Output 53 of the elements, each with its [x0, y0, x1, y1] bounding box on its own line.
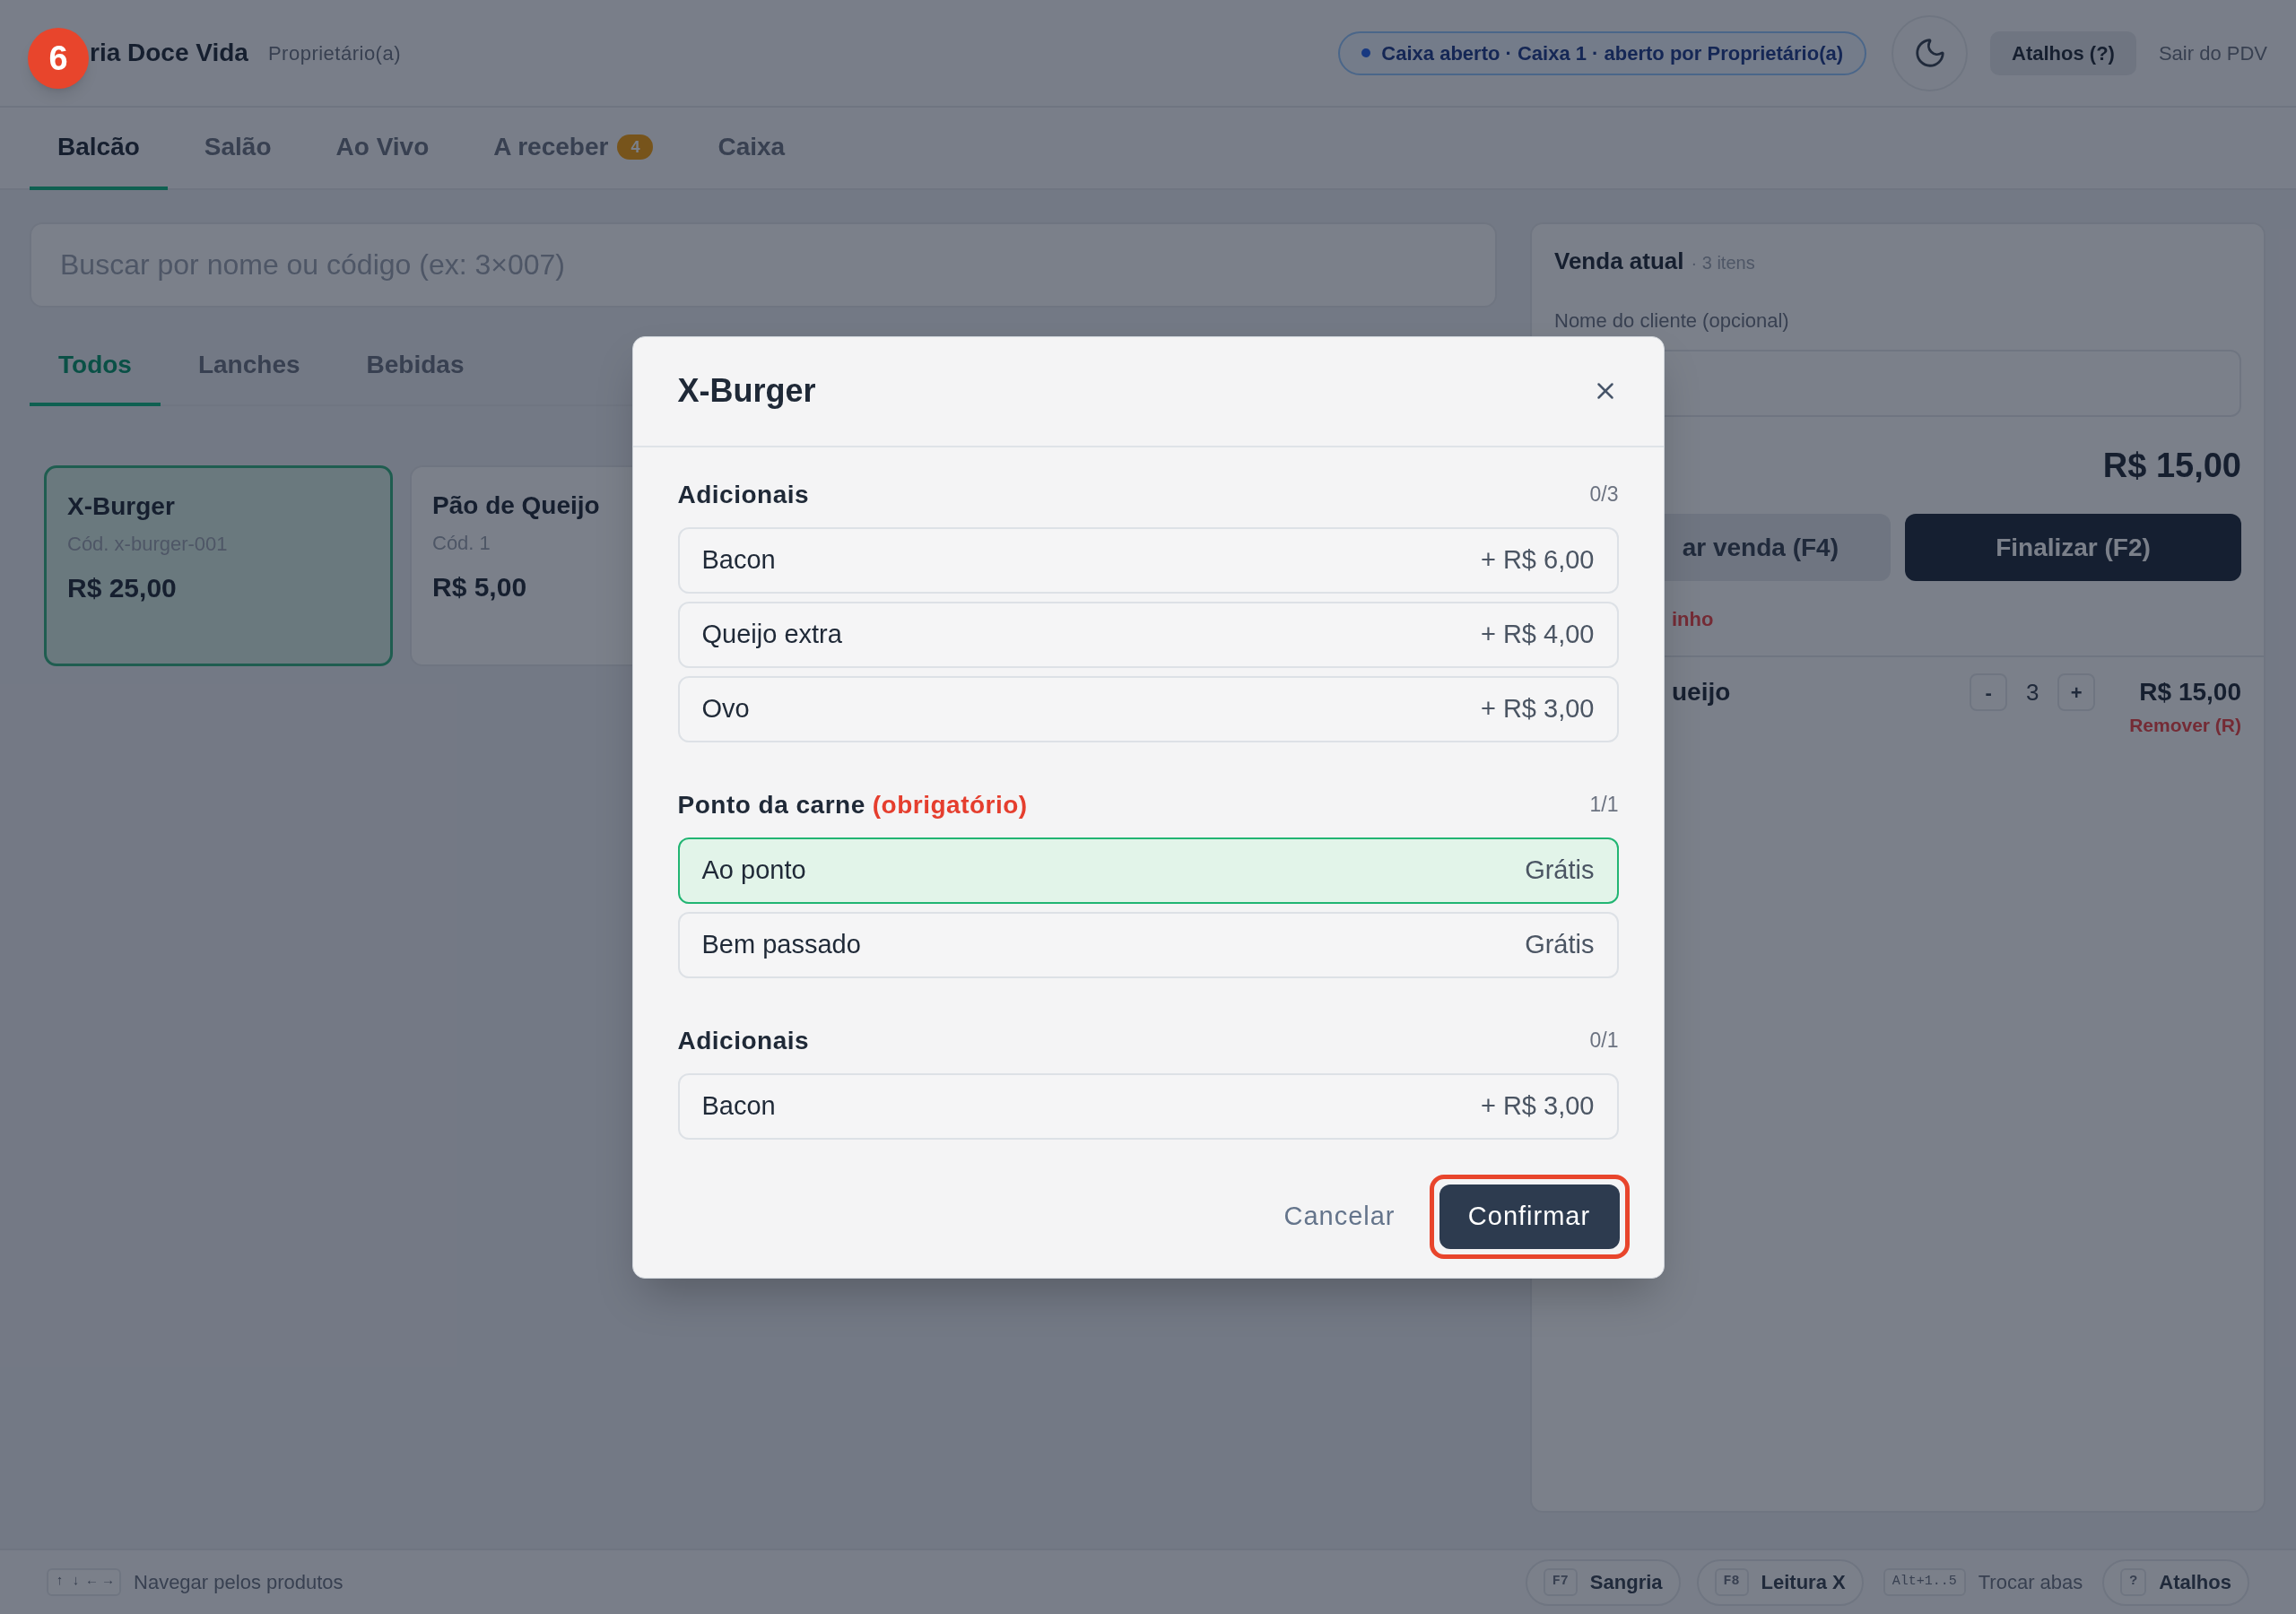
- shortcut-button[interactable]: F8 Leitura X: [1696, 1558, 1864, 1606]
- category-tab[interactable]: Bebidas: [337, 327, 493, 406]
- option-button[interactable]: Ao ponto Grátis: [677, 837, 1619, 904]
- option-button[interactable]: Queijo extra + R$ 4,00: [677, 601, 1619, 668]
- group-title: Adicionais: [677, 1025, 810, 1056]
- key-cap: Alt+1..5: [1883, 1568, 1966, 1596]
- user-role: Proprietário(a): [267, 40, 401, 66]
- item-price: R$ 15,00: [2139, 677, 2241, 707]
- exit-link[interactable]: Sair do PDV: [2158, 38, 2267, 68]
- key-cap: F7: [1543, 1568, 1578, 1596]
- option-button[interactable]: Bacon + R$ 6,00: [677, 526, 1619, 594]
- decrease-button[interactable]: -: [1970, 673, 2008, 711]
- selection-counter: 0/1: [1589, 1028, 1619, 1054]
- product-price: R$ 25,00: [67, 572, 178, 604]
- group-title: Ponto da carne (obrigatório): [677, 789, 1028, 820]
- nav-tab[interactable]: Salão: [176, 108, 300, 190]
- panel-title: Venda atual: [1554, 247, 1684, 276]
- remove-link[interactable]: Remover (R): [2129, 711, 2241, 740]
- cart-item-name: ueijo: [1672, 677, 1731, 707]
- key-cap: ?: [2120, 1568, 2147, 1596]
- field-label: Nome do cliente (opcional): [1554, 308, 1790, 334]
- navigation-hint: Navegar pelos produtos: [134, 1570, 344, 1595]
- product-name: X-Burger: [67, 491, 176, 522]
- nav-tab[interactable]: Caixa: [690, 108, 813, 190]
- option-button[interactable]: Ovo + R$ 3,00: [677, 675, 1619, 742]
- nav-tab[interactable]: Balcão: [30, 108, 168, 190]
- finalize-button[interactable]: Finalizar (F2): [1905, 514, 2241, 581]
- increase-button[interactable]: +: [2057, 673, 2096, 711]
- sale-total: R$ 15,00: [2102, 446, 2241, 485]
- nav-tab[interactable]: Ao Vivo: [308, 108, 457, 190]
- option-button[interactable]: Bacon + R$ 3,00: [677, 1072, 1619, 1140]
- shortcuts-button[interactable]: Atalhos (?): [1990, 30, 2136, 75]
- confirm-button[interactable]: Confirmar: [1439, 1184, 1620, 1249]
- shortcut-button[interactable]: ? Atalhos: [2102, 1558, 2249, 1606]
- category-tab[interactable]: Todos: [30, 327, 161, 406]
- dialog-title: X-Burger: [677, 371, 816, 411]
- store-name: ria Doce Vida: [90, 38, 248, 68]
- cancel-button[interactable]: Cancelar: [1283, 1196, 1396, 1237]
- shortcut-hint: Trocar abas: [1978, 1570, 2083, 1595]
- selection-counter: 0/3: [1589, 482, 1619, 508]
- count-badge: 4: [617, 134, 654, 160]
- theme-toggle-button[interactable]: [1892, 14, 1969, 91]
- product-price: R$ 5,00: [432, 571, 528, 603]
- status-text: Caixa aberto · Caixa 1 · aberto por Proprietário(a): [1381, 40, 1844, 66]
- category-tab[interactable]: Lanches: [169, 327, 329, 406]
- item-quantity: 3: [2024, 677, 2040, 707]
- key-cap: F8: [1714, 1568, 1749, 1596]
- key-cap: ↑ ↓ ← →: [47, 1568, 121, 1596]
- nav-tab[interactable]: A receber 4: [465, 108, 682, 190]
- selection-counter: 1/1: [1589, 792, 1619, 819]
- clear-cart-link[interactable]: inho: [1672, 604, 1714, 634]
- shortcut-button[interactable]: F7 Sangria: [1525, 1558, 1681, 1606]
- option-button[interactable]: Bem passado Grátis: [677, 911, 1619, 978]
